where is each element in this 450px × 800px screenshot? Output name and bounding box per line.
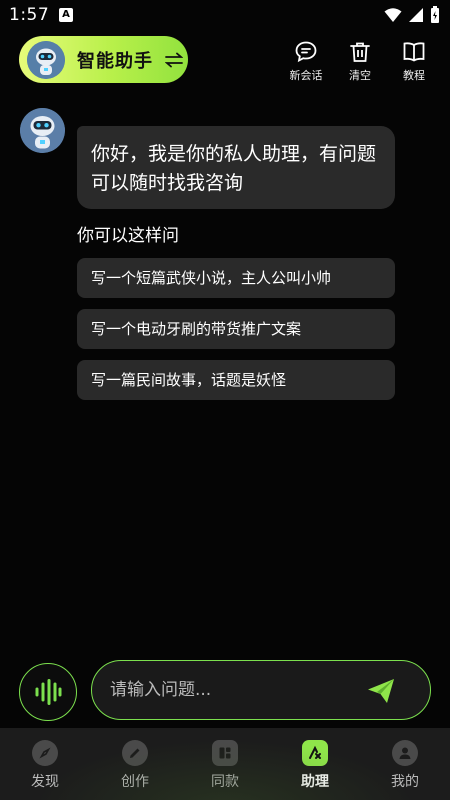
status-time: 1:57 xyxy=(9,5,50,25)
bottom-nav: 发现 创作 同款 助理 我的 xyxy=(0,728,450,800)
new-chat-label: 新会话 xyxy=(289,69,323,82)
greeting-line-2: 可以随时找我咨询 xyxy=(91,172,244,194)
notification-a-icon: A xyxy=(59,8,73,22)
trash-icon xyxy=(350,42,370,62)
new-chat-icon xyxy=(295,41,317,63)
new-chat-button[interactable]: 新会话 xyxy=(286,40,326,83)
tutorial-label: 教程 xyxy=(403,69,425,82)
header-actions: 新会话 清空 教程 xyxy=(286,40,434,83)
assistant-switch-button[interactable]: 智能助手 xyxy=(19,36,188,83)
suggestion-heading: 你可以这样问 xyxy=(77,226,179,246)
status-icons xyxy=(384,6,440,24)
suggestion-chip[interactable]: 写一篇民间故事，话题是妖怪 xyxy=(77,360,395,400)
nav-item-create[interactable]: 创作 xyxy=(90,728,180,800)
assistant-name: 智能助手 xyxy=(77,50,153,72)
nav-item-assistant[interactable]: 助理 xyxy=(270,728,360,800)
send-button[interactable] xyxy=(366,676,396,706)
question-input-box xyxy=(91,660,431,720)
robot-avatar-icon xyxy=(27,40,65,79)
nav-item-profile[interactable]: 我的 xyxy=(360,728,450,800)
tutorial-button[interactable]: 教程 xyxy=(394,40,434,83)
suggestion-chip[interactable]: 写一个电动牙刷的带货推广文案 xyxy=(77,309,395,349)
nav-item-template[interactable]: 同款 xyxy=(180,728,270,800)
sound-wave-icon xyxy=(35,679,62,705)
clear-label: 清空 xyxy=(349,69,371,82)
grid-icon xyxy=(212,740,238,766)
greeting-line-1: 你好，我是你的私人助理，有问题 xyxy=(91,143,377,165)
nav-label: 我的 xyxy=(391,774,419,790)
greeting-message: 你好，我是你的私人助理，有问题 可以随时找我咨询 xyxy=(77,126,395,209)
status-bar: 1:57 A xyxy=(0,0,450,30)
robot-icon xyxy=(20,108,65,153)
assistant-icon xyxy=(302,740,328,766)
clear-button[interactable]: 清空 xyxy=(340,40,380,83)
nav-label: 创作 xyxy=(121,774,149,790)
swap-icon xyxy=(165,52,183,67)
question-input[interactable] xyxy=(110,661,350,719)
nav-label: 助理 xyxy=(301,774,329,790)
nav-label: 同款 xyxy=(211,774,239,790)
battery-icon xyxy=(431,6,439,23)
nav-item-discover[interactable]: 发现 xyxy=(0,728,90,800)
compass-icon xyxy=(32,740,58,766)
suggestion-chip[interactable]: 写一个短篇武侠小说，主人公叫小帅 xyxy=(77,258,395,298)
cell-signal-icon xyxy=(409,8,423,22)
user-icon xyxy=(392,740,418,766)
nav-label: 发现 xyxy=(31,774,59,790)
voice-input-button[interactable] xyxy=(19,663,77,721)
book-icon xyxy=(403,42,425,62)
wifi-icon xyxy=(384,8,402,22)
assistant-avatar xyxy=(20,108,65,153)
pencil-icon xyxy=(122,740,148,766)
